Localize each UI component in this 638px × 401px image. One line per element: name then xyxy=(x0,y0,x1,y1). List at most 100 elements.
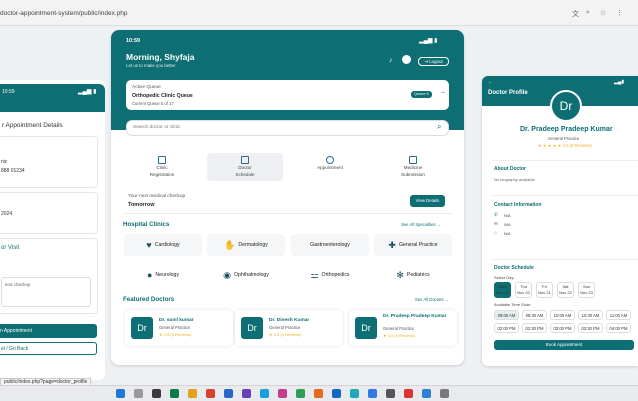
time-slot[interactable]: 04:00 PM xyxy=(606,323,631,333)
app-icon[interactable] xyxy=(260,389,269,398)
search-icon[interactable]: ⌕ xyxy=(437,122,441,132)
doctor-rating: ★ 4.5 (0 Reviews) xyxy=(383,333,416,338)
clinic-neurology[interactable]: ● Neurology xyxy=(124,264,202,286)
time-slot[interactable]: 03:30 PM xyxy=(578,323,603,333)
time-slot[interactable]: 03:00 PM xyxy=(550,323,575,333)
day-date: Nov 23 xyxy=(580,290,593,295)
app-icon[interactable] xyxy=(386,389,395,398)
app-icon[interactable] xyxy=(350,389,359,398)
time-slot[interactable]: 10:00 AM xyxy=(550,310,575,320)
avatar-icon[interactable] xyxy=(402,55,411,64)
app-icon[interactable] xyxy=(278,389,287,398)
see-all-specialties-link[interactable]: See All Specialties → xyxy=(401,222,441,227)
time-slot[interactable]: 02:30 PM xyxy=(522,323,547,333)
app-icon[interactable] xyxy=(296,389,305,398)
view-details-button[interactable]: View Details xyxy=(410,195,445,207)
doctor-rating: ★ 4.5 (0 Reviews) xyxy=(159,332,192,337)
day-option[interactable]: Fri Nov 21 xyxy=(536,282,553,298)
brain-icon: ● xyxy=(146,270,153,280)
bell-icon[interactable]: ♪ xyxy=(389,57,393,64)
doctor-specialty: General Practice xyxy=(383,326,415,331)
clinic-cardiology[interactable]: ♥ Cardiology xyxy=(124,234,202,256)
doctor-card[interactable]: Dr Dr. Dinesh Kumar General Practice ★ 4… xyxy=(235,310,343,346)
medicine-icon xyxy=(409,156,417,164)
address-bar[interactable]: doctor-appointment-system/public/index.p… xyxy=(0,10,128,17)
queue-label: Active Queue xyxy=(132,85,161,90)
doctor-card[interactable]: Dr Dr. sunil kumar General Practice ★ 4.… xyxy=(125,310,233,346)
menu-icon[interactable]: ⋮ xyxy=(616,9,623,17)
doctor-rating: ★ ★ ★ ★ ★ 4.5 (0 Reviews) xyxy=(538,143,592,148)
doctor-name: Dr. Pradeep Pradeep Kumar xyxy=(383,314,447,319)
app-icon[interactable] xyxy=(314,389,323,398)
app-icon[interactable] xyxy=(170,389,179,398)
back-arrow-icon[interactable]: ← xyxy=(488,79,493,85)
time-slot[interactable]: 11:00 AM xyxy=(606,310,631,320)
service-medicine-submission[interactable]: Medicine Submission xyxy=(375,153,451,181)
doctor-avatar: Dr xyxy=(355,317,377,339)
heart-icon: ♥ xyxy=(146,240,152,250)
doctor-card[interactable]: Dr Dr. Pradeep Pradeep Kumar General Pra… xyxy=(349,310,457,346)
clinic-pediatrics[interactable]: ✻ Pediatrics xyxy=(374,264,452,286)
translate-icon[interactable]: 文 xyxy=(572,9,579,19)
search-input[interactable]: Search doctor or clinic ⌕ xyxy=(126,120,449,136)
clinic-orthopedics[interactable]: ⚍ Orthopedics xyxy=(291,264,369,286)
schedule-title: Doctor Schedule xyxy=(494,265,534,271)
zoom-icon[interactable]: ⌕ xyxy=(586,9,590,17)
chrome-icon[interactable] xyxy=(368,389,377,398)
folder-icon[interactable] xyxy=(188,389,197,398)
active-queue-card[interactable]: Active Queue Orthopedic Clinic Queue Cur… xyxy=(126,80,449,110)
app-icon[interactable] xyxy=(224,389,233,398)
service-label: Registration xyxy=(149,171,175,177)
next-checkup: Your next medical checkup Tomorrow View … xyxy=(122,190,452,214)
eye-icon: ◉ xyxy=(223,269,231,280)
notes-text: eral checkup xyxy=(5,282,31,287)
app-icon[interactable] xyxy=(332,389,341,398)
logout-button[interactable]: ⇥ Logout xyxy=(418,57,449,66)
doctor-rating: ★ 4.5 (0 Reviews) xyxy=(269,332,302,337)
clinic-label: Dermatology xyxy=(238,242,268,248)
time-slot[interactable]: 09:00 AM xyxy=(494,310,519,320)
day-date: Nov 21 xyxy=(538,290,551,295)
time-slot[interactable]: 02:00 PM xyxy=(494,323,519,333)
app-icon[interactable] xyxy=(440,389,449,398)
queue-current: Current Queue 5 of 17 xyxy=(132,101,174,106)
notes-textarea[interactable]: eral checkup xyxy=(1,277,91,307)
see-all-doctors-link[interactable]: See All Doctors → xyxy=(415,297,449,302)
bookmark-icon[interactable]: ☆ xyxy=(600,9,606,17)
service-appointment[interactable]: Appointment xyxy=(292,153,368,181)
queue-badge: Queue 6 xyxy=(411,91,432,98)
schedule-section: Doctor Schedule Select Day: Wed Nov 19 Th… xyxy=(492,259,638,366)
clinic-ophthalmology[interactable]: ◉ Ophthalmology xyxy=(207,264,285,286)
day-option-selected[interactable]: Wed Nov 19 xyxy=(494,282,511,298)
checkup-value: Tomorrow xyxy=(128,202,155,208)
clinic-label: General Practice xyxy=(398,242,438,248)
start-icon[interactable] xyxy=(116,389,125,398)
book-appointment-button[interactable]: n Appointment xyxy=(0,324,97,338)
time-slot[interactable]: 10:30 AM xyxy=(578,310,603,320)
doctor-specialty: General Practice xyxy=(159,325,191,330)
search-app-icon[interactable] xyxy=(134,389,143,398)
app-icon[interactable] xyxy=(422,389,431,398)
doctor-name: Dr. Dinesh Kumar xyxy=(269,318,310,323)
service-clinic-registration[interactable]: Clinic Registration xyxy=(124,153,200,181)
book-appointment-button[interactable]: Book Appointment xyxy=(494,340,634,350)
clinic-general-practice[interactable]: ✚ General Practice xyxy=(374,234,452,256)
time-slot[interactable]: 09:30 AM xyxy=(522,310,547,320)
taskview-icon[interactable] xyxy=(152,389,161,398)
left-header: 10:59 ▂▄▆ ▮ xyxy=(0,84,105,112)
go-back-button[interactable]: el / Go Back xyxy=(0,342,97,355)
service-doctor-schedule[interactable]: Doctor Schedule xyxy=(207,153,283,181)
app-icon[interactable] xyxy=(242,389,251,398)
app-icon[interactable] xyxy=(404,389,413,398)
day-option[interactable]: Sun Nov 23 xyxy=(578,282,595,298)
clinic-dermatology[interactable]: ✋ Dermatology xyxy=(207,234,285,256)
doctor-avatar: Dr xyxy=(241,317,263,339)
day-option[interactable]: Sat Nov 22 xyxy=(557,282,574,298)
app-icon[interactable] xyxy=(206,389,215,398)
clinic-gastroenterology[interactable]: Gastroenterology xyxy=(291,234,369,256)
building-icon xyxy=(158,156,166,164)
system-tray[interactable] xyxy=(590,389,630,398)
bone-icon: ⚍ xyxy=(310,269,319,280)
day-option[interactable]: Thu Nov 20 xyxy=(515,282,532,298)
doctor-avatar: Dr xyxy=(131,317,153,339)
